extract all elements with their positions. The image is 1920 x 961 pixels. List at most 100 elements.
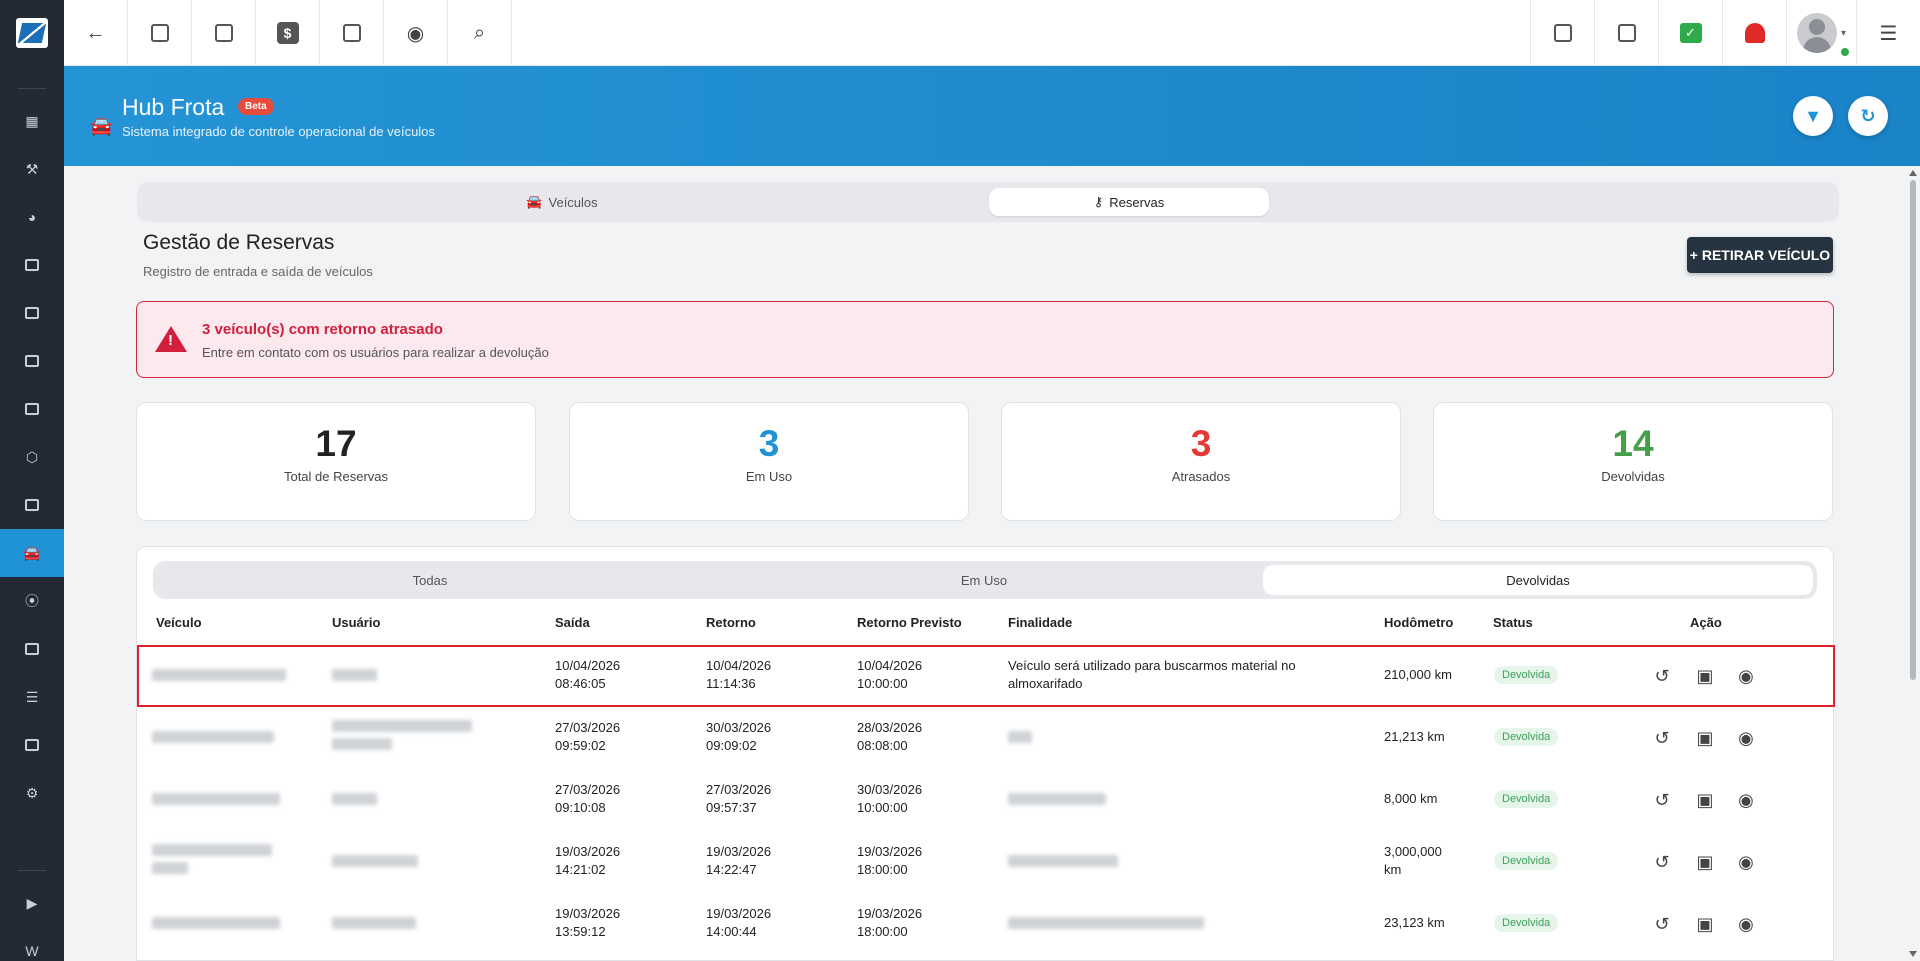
view-button[interactable]: ◉: [1734, 726, 1758, 750]
redacted-text: [152, 731, 274, 743]
table-row[interactable]: 19/03/2026 14:21:02 19/03/2026 14:22:47 19…: [137, 831, 1835, 893]
sidebar-item-dashboard[interactable]: ▦: [0, 97, 64, 145]
table-row[interactable]: 27/03/2026 09:10:08 27/03/2026 09:57:37 30…: [137, 769, 1835, 831]
search-button[interactable]: ⌕: [448, 0, 512, 66]
photos-button[interactable]: ▣: [1693, 726, 1717, 750]
table-row[interactable]: 19/03/2026 13:59:12 19/03/2026 14:00:44 19…: [137, 893, 1835, 955]
finance-button[interactable]: $: [256, 0, 320, 66]
table-row[interactable]: 10/04/2026 08:46:05 10/04/2026 11:14:36 10…: [137, 645, 1835, 707]
beta-badge: Beta: [238, 98, 274, 115]
col-action: Ação: [1690, 615, 1722, 630]
redacted-text: [1008, 917, 1204, 929]
sidebar-item-box[interactable]: ⬡: [0, 433, 64, 481]
status-badge: Devolvida: [1494, 666, 1559, 684]
sidebar-item-kanban[interactable]: [0, 289, 64, 337]
view-button[interactable]: ◉: [1734, 664, 1758, 688]
company-button[interactable]: [1594, 0, 1658, 66]
notifications-button[interactable]: [1722, 0, 1786, 66]
schedule-button[interactable]: [192, 0, 256, 66]
sidebar-item-money[interactable]: [0, 481, 64, 529]
tab-in-use[interactable]: Em Uso: [709, 565, 1259, 595]
sidebar-item-contacts[interactable]: [0, 241, 64, 289]
stat-value: 14: [1612, 423, 1654, 464]
checkout-vehicle-button[interactable]: + RETIRAR VEÍCULO: [1687, 237, 1833, 273]
sidebar-item-video[interactable]: ▶: [0, 879, 64, 927]
user-cell: [332, 668, 377, 686]
money-icon: [25, 499, 39, 511]
view-button[interactable]: ◉: [384, 0, 448, 66]
sidebar-item-building[interactable]: [0, 385, 64, 433]
expected-return-cell: 30/03/2026 10:00:00: [857, 782, 923, 815]
menu-button[interactable]: ☰: [1856, 0, 1920, 66]
top-toolbar: ← $ ◉ ⌕ ✓ ▾ ☰: [64, 0, 1920, 66]
tab-reservations[interactable]: ⚷ Reservas: [989, 188, 1269, 216]
sidebar-item-files[interactable]: [0, 721, 64, 769]
redacted-text: [332, 917, 416, 929]
sidebar-item-charts[interactable]: ◕: [0, 193, 64, 241]
photos-button[interactable]: ▣: [1693, 912, 1717, 936]
tab-vehicles[interactable]: 🚘 Veículos: [427, 188, 697, 216]
building-icon: [25, 403, 39, 415]
vehicle-cell: [152, 843, 272, 879]
redacted-text: [152, 793, 280, 805]
tasks-button[interactable]: ✓: [1658, 0, 1722, 66]
history-button[interactable]: ↺: [1650, 726, 1674, 750]
calendar-clock-icon: [214, 24, 233, 42]
expected-return-cell: 28/03/2026 08:08:00: [857, 720, 923, 753]
history-icon: ↺: [1654, 913, 1670, 934]
contacts-button[interactable]: [128, 0, 192, 66]
sidebar-item-documents[interactable]: [0, 625, 64, 673]
filter-button[interactable]: ▼: [1793, 96, 1833, 136]
app-logo[interactable]: [0, 0, 64, 66]
history-button[interactable]: ↺: [1650, 850, 1674, 874]
sidebar-item-location[interactable]: ⦿: [0, 577, 64, 625]
images-icon: ▣: [1696, 851, 1714, 872]
back-button[interactable]: ←: [64, 0, 128, 66]
sidebar-divider: [18, 870, 46, 871]
view-button[interactable]: ◉: [1734, 788, 1758, 812]
vehicle-cell: [152, 916, 280, 934]
view-button[interactable]: ◉: [1734, 850, 1758, 874]
terminal-button[interactable]: [320, 0, 384, 66]
odometer-cell: 3,000,000 km: [1384, 844, 1442, 877]
expected-return-cell: 19/03/2026 18:00:00: [857, 844, 923, 877]
sidebar-item-calendar[interactable]: [0, 337, 64, 385]
photos-button[interactable]: ▣: [1693, 850, 1717, 874]
scroll-down-icon[interactable]: [1909, 951, 1917, 957]
refresh-button[interactable]: ↻: [1848, 96, 1888, 136]
alert-title: 3 veículo(s) com retorno atrasado: [202, 321, 443, 338]
user-avatar: [1796, 13, 1837, 53]
app-title: Hub Frota: [122, 94, 225, 120]
pdf-button[interactable]: [1530, 0, 1594, 66]
page-title: Gestão de Reservas: [143, 231, 335, 254]
scroll-up-icon[interactable]: [1909, 170, 1917, 176]
departure-cell: 10/04/2026 08:46:05: [555, 658, 621, 691]
scrollbar-thumb[interactable]: [1910, 180, 1916, 680]
page-scrollbar[interactable]: [1906, 166, 1920, 961]
redacted-text: [1008, 793, 1106, 805]
sidebar-item-vehicles[interactable]: 🚘: [0, 529, 64, 577]
history-button[interactable]: ↺: [1650, 912, 1674, 936]
history-button[interactable]: ↺: [1650, 664, 1674, 688]
tab-all[interactable]: Todas: [155, 565, 705, 595]
sidebar-item-server[interactable]: ☰: [0, 673, 64, 721]
departure-cell: 19/03/2026 14:21:02: [555, 844, 621, 877]
photos-button[interactable]: ▣: [1693, 664, 1717, 688]
file-icon: [25, 739, 39, 751]
view-button[interactable]: ◉: [1734, 912, 1758, 936]
purpose-cell: [1008, 854, 1118, 872]
sidebar-item-wiki[interactable]: W: [0, 927, 64, 961]
photos-button[interactable]: ▣: [1693, 788, 1717, 812]
tab-returned[interactable]: Devolvidas: [1263, 565, 1813, 595]
table-header: Veículo Usuário Saída Retorno Retorno Pr…: [137, 615, 1835, 639]
contact-icon: [25, 259, 39, 271]
table-row[interactable]: 27/03/2026 09:59:02 30/03/2026 09:09:02 28…: [137, 707, 1835, 769]
status-badge: Devolvida: [1494, 728, 1559, 746]
user-cell: [332, 916, 416, 934]
sidebar-item-tools[interactable]: ⚒: [0, 145, 64, 193]
stat-value: 17: [315, 423, 357, 464]
eye-icon: ◉: [406, 22, 425, 45]
sidebar-item-settings[interactable]: ⚙: [0, 769, 64, 817]
history-button[interactable]: ↺: [1650, 788, 1674, 812]
tab-vehicles-label: Veículos: [548, 194, 598, 210]
